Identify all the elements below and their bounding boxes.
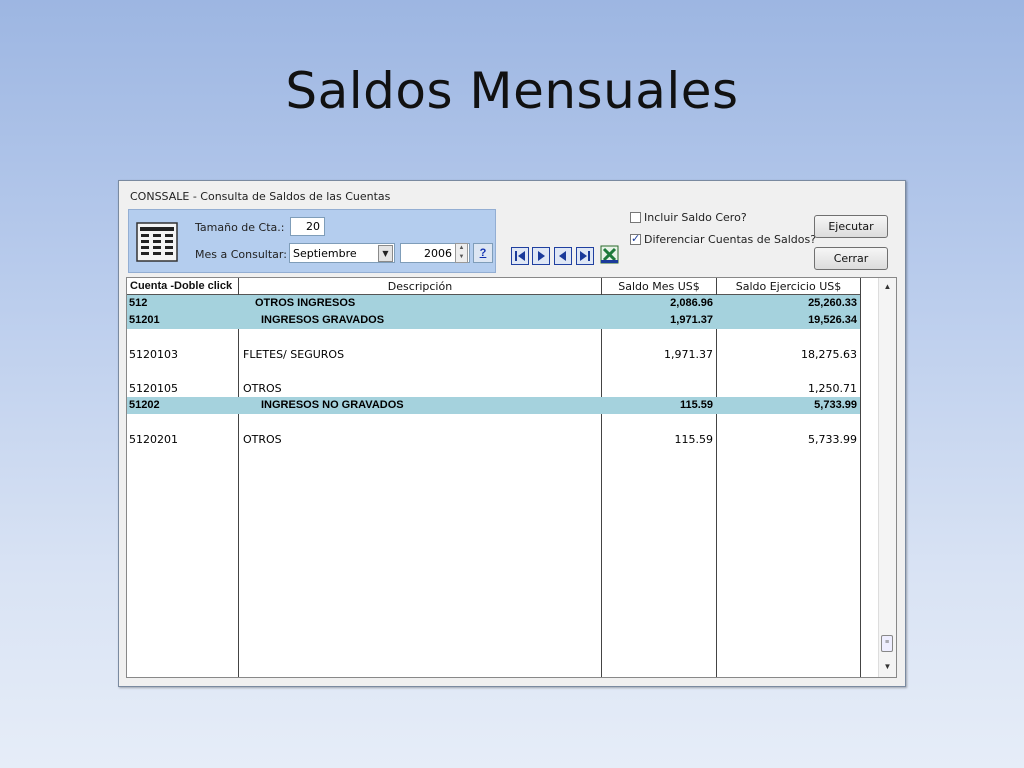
query-panel: Tamaño de Cta.: 20 Mes a Consultar: Sept… [128,209,496,273]
incluir-saldo-cero-label: Incluir Saldo Cero? [644,211,747,224]
mes-select-value: Septiembre [293,247,357,260]
cell-descripcion: FLETES/ SEGUROS [243,348,345,361]
header-saldo-mes[interactable]: Saldo Mes US$ [602,278,716,295]
excel-export-button[interactable] [600,245,619,264]
cell-cuenta: 512 [129,297,148,309]
cell-cuenta: 51202 [129,399,160,411]
header-descripcion[interactable]: Descripción [239,278,601,295]
conssale-window: CONSSALE - Consulta de Saldos de las Cue… [118,180,906,687]
cell-cuenta: 5120201 [129,433,178,446]
cell-cuenta: 51201 [129,314,160,326]
cell-descripcion: OTROS [243,382,282,395]
cell-descripcion: OTROS [243,433,282,446]
cell-saldo-mes: 1,971.37 [670,314,713,326]
cell-saldo-ejercicio: 19,526.34 [808,314,857,326]
cell-saldo-mes: 115.59 [674,433,714,446]
help-button[interactable]: ? [473,243,493,263]
slide-title: Saldos Mensuales [285,62,739,120]
first-record-button[interactable] [511,247,529,265]
scroll-down-icon[interactable]: ▼ [879,659,896,675]
cell-saldo-ejercicio: 18,275.63 [801,348,857,361]
last-record-icon [580,251,590,261]
cell-saldo-ejercicio: 5,733.99 [814,399,857,411]
cell-saldo-ejercicio: 1,250.71 [808,382,857,395]
diferenciar-cuentas-label: Diferenciar Cuentas de Saldos? [644,233,817,246]
year-value: 2006 [424,247,452,260]
cell-saldo-mes: 115.59 [679,399,713,411]
table-row[interactable] [127,414,860,431]
cerrar-button[interactable]: Cerrar [814,247,888,270]
cell-cuenta: 5120103 [129,348,178,361]
excel-export-icon [600,245,619,264]
scroll-up-icon[interactable]: ▲ [879,279,896,295]
header-saldo-ejercicio[interactable]: Saldo Ejercicio US$ [717,278,860,295]
diferenciar-cuentas-checkbox[interactable]: ✓ Diferenciar Cuentas de Saldos? [630,232,817,246]
first-record-icon [515,251,525,261]
ejecutar-button[interactable]: Ejecutar [814,215,888,238]
chevron-down-icon[interactable]: ▼ [378,245,393,262]
cell-cuenta: 5120105 [129,382,178,395]
table-group-row[interactable]: 512 OTROS INGRESOS 2,086.96 25,260.33 [127,295,860,312]
table-row[interactable]: 5120103 FLETES/ SEGUROS 1,971.37 18,275.63 [127,346,860,363]
cell-saldo-mes: 1,971.37 [664,348,713,361]
scroll-thumb[interactable]: ≡ [881,635,893,652]
spinner-arrows-icon[interactable]: ▲ ▼ [455,243,468,263]
mes-label: Mes a Consultar: [195,248,287,261]
table-row[interactable] [127,329,860,346]
table-row[interactable] [127,363,860,380]
cell-saldo-mes: 2,086.96 [670,297,713,309]
cell-descripcion: OTROS INGRESOS [255,297,356,309]
column-divider [860,278,861,677]
tamano-label: Tamaño de Cta.: [195,221,285,234]
table-group-row[interactable]: 51202 INGRESOS NO GRAVADOS 115.59 5,733.99 [127,397,860,414]
next-record-button[interactable] [532,247,550,265]
cell-saldo-ejercicio: 25,260.33 [808,297,857,309]
table-row[interactable]: 5120201 OTROS 115.59 5,733.99 [127,431,860,448]
cell-descripcion: INGRESOS GRAVADOS [261,314,385,326]
previous-record-button[interactable] [554,247,572,265]
checkbox-unchecked-icon[interactable] [630,212,641,223]
table-row[interactable]: 5120105 OTROS 1,250.71 [127,380,860,397]
saldos-table[interactable]: Cuenta -Doble click Descripción Saldo Me… [126,277,897,678]
calendar-grid-icon [136,222,178,262]
last-record-button[interactable] [576,247,594,265]
table-group-row[interactable]: 51201 INGRESOS GRAVADOS 1,971.37 19,526.34 [127,312,860,329]
vertical-scrollbar[interactable]: ▲ ≡ ▼ [878,278,896,677]
header-cuenta[interactable]: Cuenta -Doble click [127,278,238,295]
cell-descripcion: INGRESOS NO GRAVADOS [261,399,404,411]
previous-record-icon [559,251,566,261]
tamano-input[interactable]: 20 [290,217,325,236]
checkbox-checked-icon[interactable]: ✓ [630,232,641,245]
incluir-saldo-cero-checkbox[interactable]: Incluir Saldo Cero? [630,211,747,224]
mes-select[interactable]: Septiembre ▼ [289,243,395,263]
cell-saldo-ejercicio: 5,733.99 [808,433,857,446]
next-record-icon [538,251,545,261]
window-title: CONSSALE - Consulta de Saldos de las Cue… [130,190,391,203]
